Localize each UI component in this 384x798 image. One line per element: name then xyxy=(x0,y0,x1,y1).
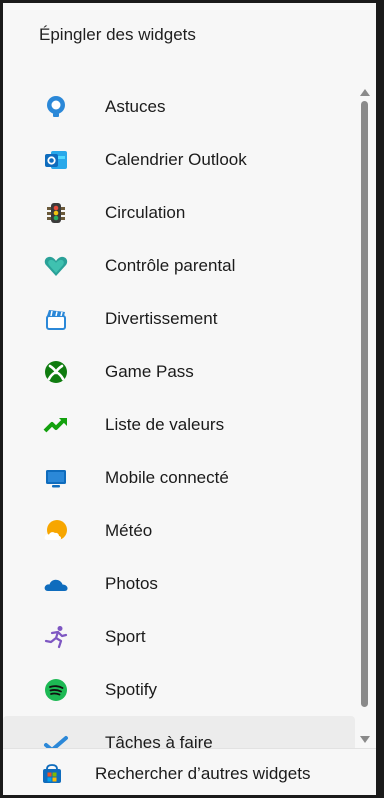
widget-label: Liste de valeurs xyxy=(105,414,225,434)
scroll-up-arrow-icon[interactable] xyxy=(360,89,370,96)
widget-item-sport[interactable]: Sport xyxy=(3,610,355,663)
widget-label: Spotify xyxy=(105,679,157,699)
widget-item-astuces[interactable]: Astuces xyxy=(3,80,355,133)
widget-label: Astuces xyxy=(105,96,166,116)
runner-icon xyxy=(43,624,69,650)
widget-item-mobile-connecte[interactable]: Mobile connecté xyxy=(3,451,355,504)
outlook-calendar-icon xyxy=(43,147,69,173)
spotify-icon xyxy=(43,677,69,703)
lightbulb-icon xyxy=(43,94,69,120)
weather-sun-cloud-icon xyxy=(43,518,69,544)
widget-item-liste-de-valeurs[interactable]: Liste de valeurs xyxy=(3,398,355,451)
widget-item-calendrier-outlook[interactable]: Calendrier Outlook xyxy=(3,133,355,186)
find-more-widgets-label: Rechercher d’autres widgets xyxy=(95,763,311,783)
traffic-light-icon xyxy=(43,200,69,226)
widget-label: Calendrier Outlook xyxy=(105,149,247,169)
find-more-widgets-button[interactable]: Rechercher d’autres widgets xyxy=(3,748,376,798)
widget-item-divertissement[interactable]: Divertissement xyxy=(3,292,355,345)
widget-item-circulation[interactable]: Circulation xyxy=(3,186,355,239)
scroll-down-arrow-icon[interactable] xyxy=(360,736,370,743)
stock-trend-icon xyxy=(43,412,69,438)
clapperboard-icon xyxy=(43,306,69,332)
microsoft-store-icon xyxy=(41,763,63,785)
widget-label: Contrôle parental xyxy=(105,255,236,275)
widget-label: Photos xyxy=(105,573,158,593)
widget-label: Divertissement xyxy=(105,308,218,328)
widget-label: Météo xyxy=(105,520,153,540)
widget-picker-panel: Épingler des widgets Astuces Calendrier … xyxy=(0,0,384,798)
family-heart-icon xyxy=(43,253,69,279)
widget-item-meteo[interactable]: Météo xyxy=(3,504,355,557)
widget-label: Circulation xyxy=(105,202,186,222)
widget-item-taches-a-faire[interactable]: Tâches à faire xyxy=(3,716,355,748)
widget-list: Astuces Calendrier Outlook Circulation C… xyxy=(3,80,355,748)
widget-item-spotify[interactable]: Spotify xyxy=(3,663,355,716)
xbox-icon xyxy=(43,359,69,385)
widget-item-game-pass[interactable]: Game Pass xyxy=(3,345,355,398)
widget-label: Tâches à faire xyxy=(105,732,213,749)
widget-label: Mobile connecté xyxy=(105,467,229,487)
vertical-scrollbar[interactable] xyxy=(358,85,372,747)
onedrive-cloud-icon xyxy=(43,571,69,597)
panel-title: Épingler des widgets xyxy=(39,25,196,44)
phone-link-icon xyxy=(43,465,69,491)
widget-label: Sport xyxy=(105,626,146,646)
scrollbar-thumb[interactable] xyxy=(361,101,368,707)
widget-label: Game Pass xyxy=(105,361,194,381)
widget-item-controle-parental[interactable]: Contrôle parental xyxy=(3,239,355,292)
todo-check-icon xyxy=(43,730,69,748)
widget-item-photos[interactable]: Photos xyxy=(3,557,355,610)
